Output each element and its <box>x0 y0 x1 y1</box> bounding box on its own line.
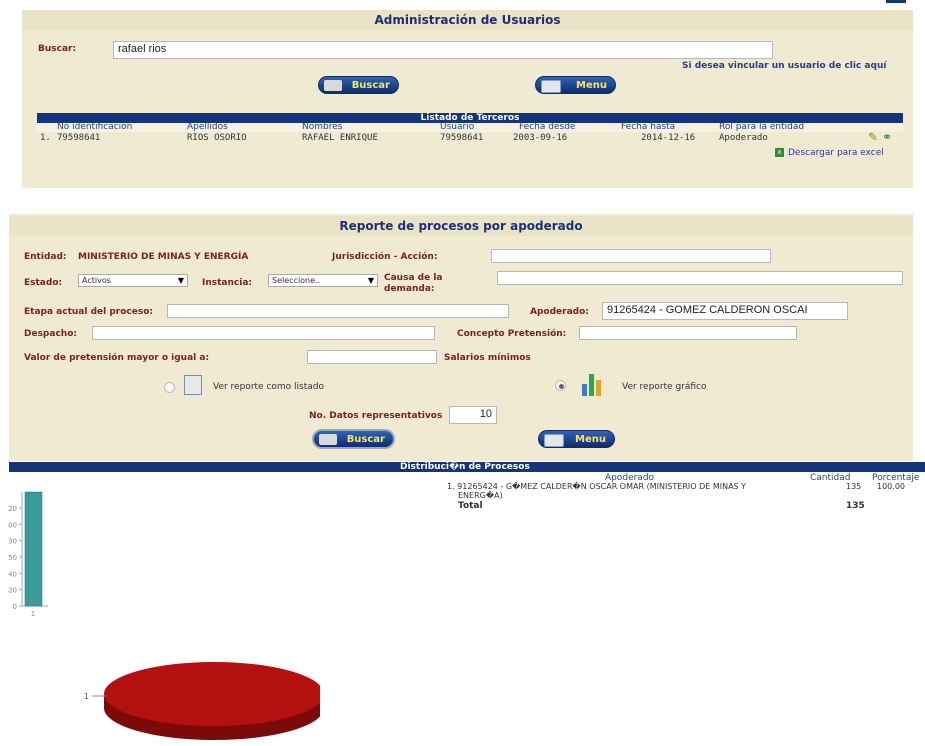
concepto-select[interactable] <box>579 326 797 340</box>
ndatos-input[interactable]: 10 <box>449 406 497 424</box>
ndatos-label: No. Datos representativos <box>309 411 443 421</box>
excel-icon[interactable]: x <box>775 148 784 157</box>
instancia-label: Instancia: <box>202 278 252 288</box>
row-rol: Apoderado <box>719 133 768 143</box>
report-menu-label: Menu <box>575 433 606 445</box>
admin-panel <box>22 10 913 188</box>
estado-label: Estado: <box>24 278 63 288</box>
estado-select[interactable]: Activos ▼ <box>78 274 188 287</box>
excel-download-link[interactable]: Descargar para excel <box>788 148 884 158</box>
y-tick-label: 30 <box>8 538 17 546</box>
col-fecha-hasta: Fecha hasta <box>621 122 676 132</box>
col-fecha-desde: Fecha desde <box>519 122 576 132</box>
jurisdiccion-select[interactable] <box>491 249 771 263</box>
row-fecha-hasta: 2014-12-16 <box>641 133 696 143</box>
entidad-label: Entidad: <box>24 252 67 262</box>
etapa-label: Etapa actual del proceso: <box>24 307 153 317</box>
radio-listado-label: Ver reporte como listado <box>213 382 324 392</box>
row-usuario: 79598641 <box>440 133 484 143</box>
y-tick-label: 00 <box>8 521 17 529</box>
search-label: Buscar: <box>38 44 77 54</box>
row-number: 1. <box>40 133 51 143</box>
list-report-icon <box>184 375 202 395</box>
valor-label: Valor de pretensión mayor o igual a: <box>24 353 210 363</box>
binoculars-icon <box>319 434 337 445</box>
row-fecha-desde: 2003-09-16 <box>513 133 568 143</box>
row-nombres: RAFAEL ENRIQUE <box>302 133 378 143</box>
apoderado-label: Apoderado: <box>530 307 589 317</box>
dist-row-line2: ENERG�A) <box>458 491 503 500</box>
entidad-value: MINISTERIO DE MINAS Y ENERGÍA <box>78 252 249 262</box>
admin-title: Administración de Usuarios <box>22 10 913 30</box>
y-tick-label: 0 <box>13 603 17 611</box>
bar-chart-icon-bar2 <box>589 374 594 396</box>
radio-grafico-dot <box>559 384 564 389</box>
y-tick-label: 50 <box>8 554 17 562</box>
col-apellidos: Apellidos <box>187 122 228 132</box>
col-nombres: Nombres <box>302 122 343 132</box>
distribution-title: Distribuci�n de Procesos <box>400 462 530 472</box>
bar-chart-icon-bar3 <box>596 380 601 396</box>
dist-total-value: 135 <box>846 501 865 511</box>
chevron-down-icon: ▼ <box>367 276 374 285</box>
estado-value: Activos <box>82 276 111 285</box>
radio-grafico[interactable] <box>555 380 566 391</box>
bar-chart-icon-bar1 <box>582 384 587 396</box>
pie-chart: 1 <box>84 662 320 740</box>
bar-chart: 20 00 30 50 40 20 0 1 <box>8 491 48 618</box>
link-user-icon[interactable]: ⚭ <box>882 131 892 143</box>
top-right-accent <box>886 0 906 3</box>
admin-buscar-label: Buscar <box>351 79 390 91</box>
report-buscar-button[interactable]: Buscar <box>312 429 395 449</box>
bar-chart-icon <box>580 372 604 396</box>
dist-col-cantidad: Cantidad <box>810 473 851 483</box>
row-apellidos: RIOS OSORIO <box>187 133 247 143</box>
chevron-down-icon: ▼ <box>177 276 184 285</box>
etapa-select[interactable] <box>167 304 509 318</box>
radio-listado[interactable] <box>164 382 175 393</box>
causa-label-line2: demanda: <box>384 284 435 294</box>
jurisdiccion-label: Jurisdicción - Acción: <box>332 252 438 262</box>
concepto-label: Concepto Pretensión: <box>457 329 567 339</box>
report-menu-button[interactable]: Menu <box>538 430 615 448</box>
y-tick-label: 20 <box>8 587 17 595</box>
radio-grafico-label: Ver reporte gráfico <box>622 382 707 392</box>
causa-label-line1: Causa de la <box>384 273 443 283</box>
causa-select[interactable] <box>497 271 903 285</box>
binoculars-icon <box>324 80 342 91</box>
dist-row-line1: 1. 91265424 - G�MEZ CALDER�N OSCAR OMAR … <box>447 482 747 491</box>
y-tick-label: 40 <box>8 570 17 578</box>
row-id: 79598641 <box>57 133 101 143</box>
report-buscar-label: Buscar <box>346 433 385 445</box>
instancia-select[interactable]: Seleccione.. ▼ <box>268 274 378 287</box>
x-tick-label: 1 <box>31 610 35 618</box>
col-usuario: Usuario <box>440 122 475 132</box>
despacho-select[interactable] <box>92 326 435 340</box>
dist-row-cantidad: 135 <box>846 482 862 491</box>
col-rol: Rol para la entidad <box>719 122 805 132</box>
instancia-value: Seleccione.. <box>272 276 321 285</box>
despacho-label: Despacho: <box>24 329 77 339</box>
pie-slice <box>104 662 320 726</box>
dist-total-label: Total <box>458 501 483 511</box>
col-no-identificacion: No identificación <box>57 122 133 132</box>
bar <box>24 491 43 607</box>
pie-label: 1 <box>84 692 89 701</box>
link-vincular-usuario[interactable]: Si desea vincular un usuario de clic aqu… <box>682 61 886 71</box>
menu-icon <box>541 80 561 93</box>
dist-row-porcentaje: 100.00 <box>877 482 905 491</box>
report-title: Reporte de procesos por apoderado <box>9 216 913 236</box>
apoderado-input[interactable]: 91265424 - GOMEZ CALDERON OSCAI <box>602 302 848 320</box>
menu-icon <box>544 434 564 447</box>
valor-input[interactable] <box>307 350 437 364</box>
salarios-label: Salarios mínimos <box>444 353 531 363</box>
admin-menu-button[interactable]: Menu <box>535 76 616 94</box>
edit-pencil-icon[interactable]: ✎ <box>868 131 878 143</box>
admin-buscar-button[interactable]: Buscar <box>318 76 399 94</box>
admin-menu-label: Menu <box>576 79 607 91</box>
y-tick-label: 20 <box>8 505 17 513</box>
search-input[interactable]: rafael rios <box>113 41 773 59</box>
